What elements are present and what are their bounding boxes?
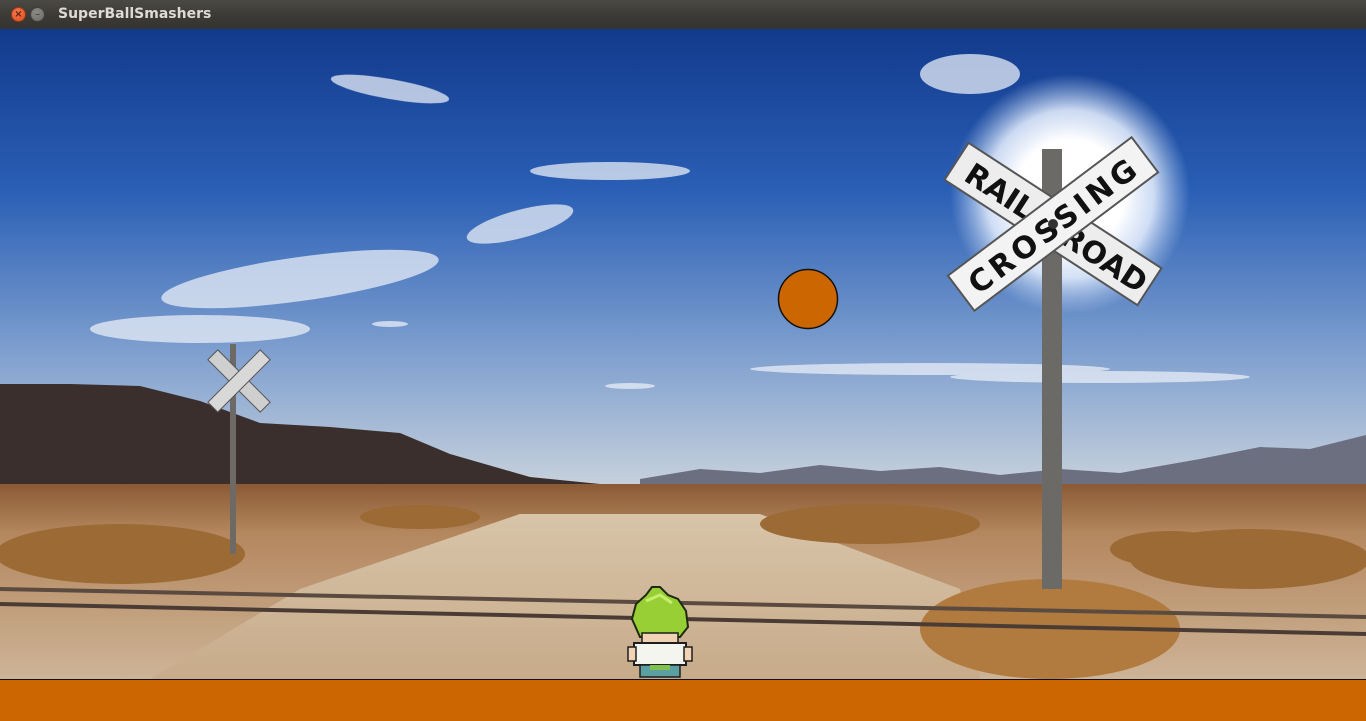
- minimize-icon: –: [35, 9, 40, 20]
- bouncing-ball: [777, 268, 839, 330]
- window-titlebar[interactable]: × – SuperBallSmashers: [0, 0, 1366, 30]
- game-canvas[interactable]: RAIL ROAD CROSSING: [0, 29, 1366, 679]
- close-button[interactable]: ×: [11, 7, 26, 22]
- window-title: SuperBallSmashers: [58, 6, 212, 22]
- close-icon: ×: [14, 9, 23, 20]
- ground-platform: [0, 679, 1366, 721]
- minimize-button[interactable]: –: [30, 7, 45, 22]
